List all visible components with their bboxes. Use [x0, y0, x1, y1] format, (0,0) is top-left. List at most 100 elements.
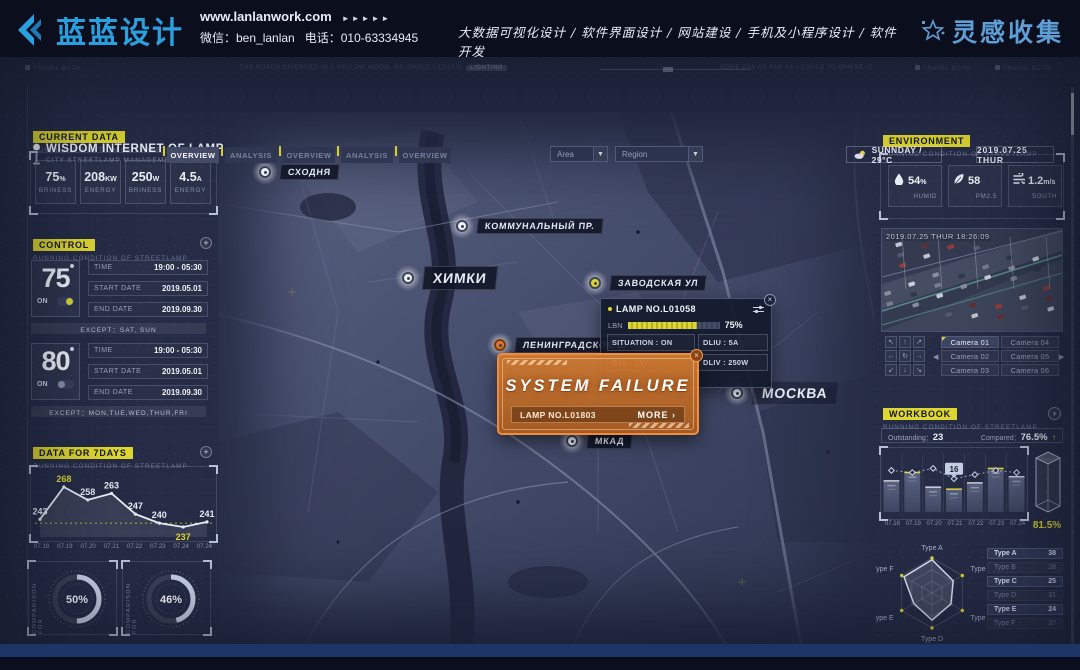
type-value: 38 [1048, 550, 1056, 557]
type-row-type-b[interactable]: Type B28 [987, 562, 1063, 573]
control-toggle-1[interactable] [57, 380, 74, 389]
svg-text:263: 263 [104, 480, 119, 490]
pin-label: ХИМКИ [422, 266, 498, 290]
seven-days-line-chart: 243268258263247240237241 [31, 467, 216, 541]
control-row-time[interactable]: TIME19:00 - 05:30 [88, 343, 208, 358]
weather-widget: SUNNDAY / 29°C [846, 146, 942, 163]
sliders-icon[interactable] [752, 305, 765, 314]
droplet-icon [893, 172, 905, 190]
type-label: Type F [994, 620, 1015, 627]
scrollbar-track[interactable] [1071, 87, 1074, 647]
dpad-down-left-icon[interactable]: ↙ [885, 364, 897, 376]
camera-feed[interactable]: 2019.07.25 THUR 18:26:09 [881, 228, 1063, 332]
tab-tick [279, 146, 281, 156]
camera-button-4[interactable]: Camera 04 [1001, 336, 1059, 348]
scrollbar-handle[interactable] [1071, 93, 1074, 135]
type-row-type-e[interactable]: Type E24 [987, 604, 1063, 615]
camera-button-6[interactable]: Camera 06 [1001, 364, 1059, 376]
camera-next-icon[interactable]: ▶ [1059, 353, 1064, 361]
dpad-refresh-icon[interactable]: ↻ [899, 350, 911, 362]
type-row-type-f[interactable]: Type F37 [987, 618, 1063, 629]
camera-button-3[interactable]: Camera 03 [941, 364, 999, 376]
control-row-end-date[interactable]: END DATE2019.09.30 [88, 385, 208, 400]
alert-lamp-id: LAMP NO.L01803 [520, 410, 596, 420]
status-dot [608, 307, 612, 311]
tab-analysis-3[interactable]: ANALYSIS [341, 147, 393, 163]
tab-bar: OVERVIEW ANALYSIS OVERVIEW ANALYSIS OVERVIEW [167, 147, 451, 163]
dashboard: TRAVEL BOTH THE ROADS DIVERGED IN A YELL… [0, 57, 1080, 657]
decor-top-right2: TRAVEL BOTH [995, 65, 1051, 72]
tab-analysis-1[interactable]: ANALYSIS [225, 147, 277, 163]
tab-overview-0[interactable]: OVERVIEW [167, 147, 219, 163]
alert-more-button[interactable]: MORE › [638, 410, 677, 420]
camera-button-5[interactable]: Camera 05 [1001, 350, 1059, 362]
control-row-start-date[interactable]: START DATE2019.05.01 [88, 364, 208, 379]
website-link[interactable]: www.lanlanwork.com [200, 9, 332, 24]
svg-text:Type D: Type D [921, 636, 943, 643]
control-row-time[interactable]: TIME19:00 - 05:30 [88, 260, 208, 275]
tab-overview-4[interactable]: OVERVIEW [399, 147, 451, 163]
workbook-more-button[interactable]: › [1048, 407, 1061, 420]
inspiration-collect[interactable]: 灵感收集 [921, 13, 1064, 49]
tab-overview-2[interactable]: OVERVIEW [283, 147, 335, 163]
decor-top-right1: TRAVEL BOTH [915, 65, 971, 72]
phone-text: 电话：010-63334945 [305, 31, 418, 45]
type-label: Type A [994, 550, 1017, 557]
area-select[interactable]: Area ▼ [550, 146, 608, 162]
control-toggle-0[interactable] [57, 297, 74, 306]
lamp-pin-icon [582, 270, 608, 296]
dpad-down-right-icon[interactable]: ↘ [913, 364, 925, 376]
seven-days-add-button[interactable]: + [200, 446, 212, 458]
dpad-up-right-icon[interactable]: ↗ [913, 336, 925, 348]
workbook-x-labels: 07.1807.1907.2007.2107.2207.2307.24 [882, 521, 1028, 527]
control-brightness-0: 75ON [31, 260, 80, 317]
svg-text:258: 258 [80, 487, 95, 497]
type-row-type-d[interactable]: Type D31 [987, 590, 1063, 601]
map-pin-1[interactable]: КОММУНАЛЬНЫЙ ПР. [449, 213, 603, 239]
camera-prev-icon[interactable]: ◀ [933, 353, 938, 361]
camera-button-1[interactable]: Camera 01 [941, 336, 999, 348]
popup-cell-0: SITUATION : ON [607, 334, 695, 351]
popup-close-icon[interactable]: × [764, 294, 776, 306]
star-icon [921, 19, 945, 43]
brand-banner: 蓝蓝设计 www.lanlanwork.com►►►►► 微信：ben_lanl… [0, 0, 1080, 57]
alert-close-icon[interactable]: × [690, 349, 703, 362]
control-row-end-date[interactable]: END DATE2019.09.30 [88, 302, 208, 317]
type-row-type-c[interactable]: Type C25 [987, 576, 1063, 587]
workbook-tag: WORKBOOK [883, 408, 957, 420]
map-pin-3[interactable]: ЗАВОДСКАЯ УЛ [582, 270, 706, 296]
chevron-down-icon[interactable]: ▼ [688, 147, 702, 161]
svg-text:241: 241 [199, 509, 214, 519]
popup-title: LAMP NO.L01058 [616, 304, 748, 314]
dpad-down-icon[interactable]: ↓ [899, 364, 911, 376]
workbook-x-label-6: 07.24 [1007, 521, 1028, 527]
seven-x-label-4: 07.22 [123, 543, 146, 550]
seven-x-label-5: 07.23 [146, 543, 169, 550]
control-add-button[interactable]: + [200, 237, 212, 249]
app-root: 蓝蓝设计 www.lanlanwork.com►►►►► 微信：ben_lanl… [0, 0, 1080, 670]
map-pin-2[interactable]: ХИМКИ [395, 265, 497, 291]
pin-label: ЗАВОДСКАЯ УЛ [609, 275, 707, 291]
dpad-up-left-icon[interactable]: ↖ [885, 336, 897, 348]
dpad-up-icon[interactable]: ↑ [899, 336, 911, 348]
seven-x-label-1: 07.19 [53, 543, 76, 550]
region-select[interactable]: Region▼ [615, 146, 703, 162]
type-value: 25 [1048, 578, 1056, 585]
area-select-value: Area [557, 150, 574, 159]
seven-x-label-0: 07.18 [30, 543, 53, 550]
lanlan-logo-icon [14, 11, 48, 49]
decor-top-left: TRAVEL BOTH [25, 65, 81, 72]
control-row-start-date[interactable]: START DATE2019.05.01 [88, 281, 208, 296]
dpad-left-icon[interactable]: ← [885, 350, 897, 362]
dpad-right-icon[interactable]: → [913, 350, 925, 362]
weather-text: SUNNDAY / 29°C [872, 145, 934, 165]
camera-button-2[interactable]: Camera 02 [941, 350, 999, 362]
camera-photo-art [882, 229, 1062, 331]
lbn-value: 75% [725, 320, 743, 330]
type-row-type-a[interactable]: Type A 38 [987, 548, 1063, 559]
chevron-down-icon[interactable]: ▼ [593, 147, 607, 161]
gauge-label: COMPARISON FOR [126, 569, 138, 634]
workbook-percent: 81.5% [1030, 520, 1064, 531]
services-text: 大数据可视化设计 / 软件界面设计 / 网站建设 / 手机及小程序设计 / 软件… [458, 22, 908, 60]
control-header: CONTROL RUNNING CONDITION OF STREETLAMP [33, 235, 188, 262]
